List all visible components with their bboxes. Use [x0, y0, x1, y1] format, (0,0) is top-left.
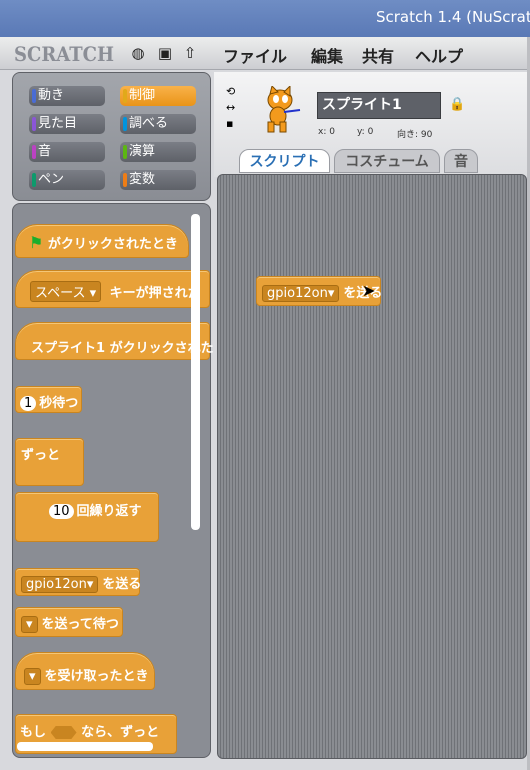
category-pen[interactable]: ペン	[29, 170, 105, 190]
broadcast-wait-dropdown[interactable]: ▾	[21, 616, 38, 633]
block-repeat[interactable]: 10 回繰り返す	[15, 492, 159, 542]
block-when-receive[interactable]: ▾ を受け取ったとき	[15, 652, 155, 690]
block-forever[interactable]: ずっと	[15, 438, 84, 486]
dropdown-value: スペース	[35, 286, 86, 301]
block-label: もし	[20, 725, 47, 740]
receive-dropdown[interactable]: ▾	[24, 668, 41, 685]
block-label: 秒待つ	[39, 396, 79, 411]
script-broadcast-dropdown[interactable]: gpio12on▾	[262, 285, 340, 302]
category-color-bar	[123, 89, 127, 103]
category-panel: 動き 制御 見た目 調べる 音 演算 ペン 変数	[12, 72, 211, 201]
script-area[interactable]	[217, 174, 527, 759]
scratch-logo: SCRATCH	[14, 42, 114, 66]
palette-scrollbar-vertical[interactable]	[191, 214, 200, 530]
block-label: 回繰り返す	[76, 504, 142, 519]
share-icon[interactable]: ⇧	[181, 44, 199, 62]
block-when-flag-clicked[interactable]: ⚑ がクリックされたとき	[15, 224, 189, 258]
sprite-name-field[interactable]: スプライト1	[317, 92, 441, 119]
dropdown-value: gpio12on	[267, 286, 328, 301]
block-label: を受け取ったとき	[44, 669, 149, 684]
category-motion[interactable]: 動き	[29, 86, 105, 106]
category-color-bar	[32, 173, 36, 187]
menu-share[interactable]: 共有	[362, 43, 394, 67]
sprite-direction: 向き: 90	[397, 130, 433, 140]
category-operators[interactable]: 演算	[120, 142, 196, 162]
rotate-style-icon[interactable]: ⟲	[226, 85, 235, 98]
condition-slot[interactable]	[50, 726, 77, 739]
category-color-bar	[123, 117, 127, 131]
tab-sounds[interactable]: 音	[444, 149, 478, 173]
category-label: 変数	[129, 172, 156, 187]
block-broadcast-and-wait[interactable]: ▾ を送って待つ	[15, 607, 123, 637]
save-icon[interactable]: ▣	[156, 44, 174, 62]
block-label: スプライト1 がクリックされた	[31, 341, 214, 356]
title-bar: Scratch 1.4 (NuScratch	[0, 0, 530, 37]
block-label: キーが押された	[109, 286, 201, 301]
category-sound[interactable]: 音	[29, 142, 105, 162]
globe-icon[interactable]: ◍	[129, 44, 147, 62]
sprite-y: y: 0	[357, 127, 374, 137]
category-sensing[interactable]: 調べる	[120, 114, 196, 134]
category-label: 音	[38, 144, 52, 159]
block-label: がクリックされたとき	[47, 237, 178, 252]
category-color-bar	[123, 173, 127, 187]
category-label: 見た目	[38, 116, 78, 131]
key-dropdown[interactable]: スペース ▾	[30, 281, 102, 302]
scratch-window: Scratch 1.4 (NuScratch SCRATCH ◍ ▣ ⇧ ファイ…	[0, 0, 530, 770]
block-when-key-pressed[interactable]: スペース ▾ キーが押された	[15, 270, 210, 308]
category-control[interactable]: 制御	[120, 86, 196, 106]
cat-sprite-icon	[267, 86, 301, 133]
menu-file[interactable]: ファイル	[223, 43, 287, 67]
category-color-bar	[32, 117, 36, 131]
block-label: ずっと	[21, 448, 61, 463]
broadcast-dropdown[interactable]: gpio12on▾	[21, 576, 99, 593]
wait-seconds-input[interactable]: 1	[20, 396, 37, 411]
block-when-sprite-clicked[interactable]: スプライト1 がクリックされた	[15, 322, 214, 360]
menu-bar: SCRATCH ◍ ▣ ⇧ ファイル 編集 共有 ヘルプ	[0, 37, 530, 70]
block-broadcast[interactable]: gpio12on▾ を送る	[15, 568, 142, 596]
block-label: を送る	[102, 577, 142, 592]
category-label: 演算	[129, 144, 156, 159]
menu-edit[interactable]: 編集	[311, 43, 343, 67]
sprite-x: x: 0	[318, 127, 335, 137]
dropdown-value: gpio12on	[26, 577, 87, 592]
category-color-bar	[32, 89, 36, 103]
no-rotate-icon[interactable]: ▪	[226, 117, 233, 130]
tab-scripts[interactable]: スクリプト	[239, 149, 330, 173]
category-label: ペン	[38, 172, 65, 187]
lock-icon[interactable]: 🔒	[449, 97, 465, 112]
block-label: を送って待つ	[41, 617, 119, 632]
flip-style-icon[interactable]: ↔	[226, 101, 235, 114]
block-label: なら、ずっと	[81, 725, 160, 740]
category-variables[interactable]: 変数	[120, 170, 196, 190]
category-color-bar	[123, 145, 127, 159]
green-flag-icon: ⚑	[29, 233, 44, 252]
category-label: 動き	[38, 88, 65, 103]
window-title: Scratch 1.4 (NuScratch	[376, 8, 530, 26]
tab-costumes[interactable]: コスチューム	[334, 149, 440, 173]
category-looks[interactable]: 見た目	[29, 114, 105, 134]
block-wait[interactable]: 1 秒待つ	[15, 386, 82, 413]
repeat-count-input[interactable]: 10	[49, 504, 74, 519]
category-color-bar	[32, 145, 36, 159]
menu-help[interactable]: ヘルプ	[415, 43, 463, 67]
mouse-cursor-icon: ➤	[362, 281, 376, 300]
palette-scrollbar-horizontal[interactable]	[17, 742, 153, 751]
category-label: 調べる	[129, 116, 169, 131]
category-label: 制御	[129, 88, 156, 103]
